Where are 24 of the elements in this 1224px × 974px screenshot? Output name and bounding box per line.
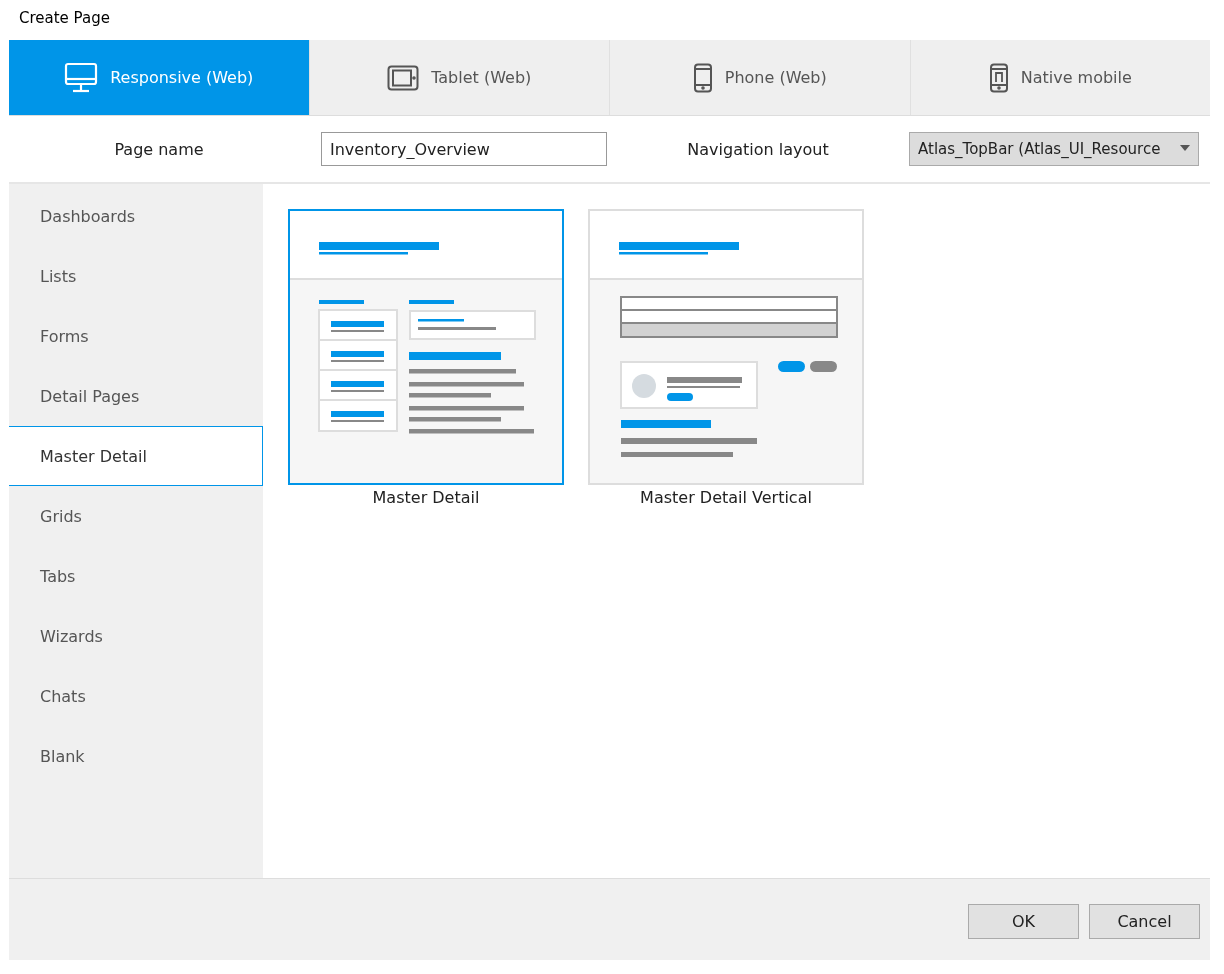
category-item[interactable]: Master Detail <box>9 426 263 486</box>
dialog-button[interactable]: OK <box>968 904 1079 939</box>
monitor-icon <box>64 61 99 94</box>
window-title: Create Page <box>19 9 110 27</box>
page-name-field[interactable]: Inventory_Overview <box>321 132 607 166</box>
category-item[interactable]: Tabs <box>9 546 263 606</box>
category-item[interactable]: Grids <box>9 486 263 546</box>
template-label: Master Detail <box>372 488 480 507</box>
template-label: Master Detail Vertical <box>640 488 812 507</box>
category-item[interactable]: Blank <box>9 726 263 786</box>
navigation-layout-dropdown[interactable]: Atlas_TopBar (Atlas_UI_Resource <box>909 132 1199 166</box>
phone-n-icon <box>988 62 1009 93</box>
category-item[interactable]: Dashboards <box>9 186 263 246</box>
phone-icon <box>692 62 713 93</box>
category-item[interactable]: Wizards <box>9 606 263 666</box>
caret-icon <box>1180 145 1190 152</box>
category-item[interactable]: Chats <box>9 666 263 726</box>
category-item[interactable]: Detail Pages <box>9 366 263 426</box>
tablet-icon <box>387 64 420 91</box>
category-item[interactable]: Forms <box>9 306 263 366</box>
category-item[interactable]: Lists <box>9 246 263 306</box>
page-name-label: Page name <box>113 139 205 159</box>
dialog-button[interactable]: Cancel <box>1089 904 1200 939</box>
navigation-layout-label: Navigation layout <box>686 139 830 159</box>
